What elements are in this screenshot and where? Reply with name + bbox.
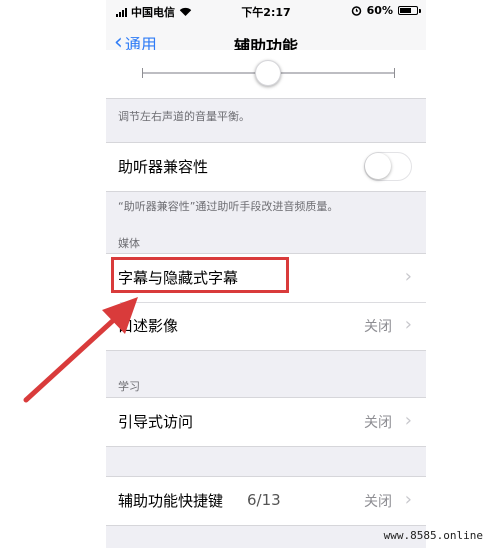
shortcut-group: 辅助功能快捷键 6/13 关闭 ›: [106, 476, 426, 526]
list-item-shortcut[interactable]: 辅助功能快捷键 6/13 关闭 ›: [106, 477, 426, 525]
learning-header: 学习: [118, 380, 140, 393]
guided-access-label: 引导式访问: [118, 413, 194, 431]
battery-icon: [398, 6, 421, 15]
list-item-audio-description[interactable]: 口述影像 关闭 ›: [106, 302, 426, 350]
status-bar: 中国电信 下午2:17 60%: [106, 0, 426, 24]
learning-group: 引导式访问 关闭 ›: [106, 397, 426, 447]
hearing-aid-row: 助听器兼容性: [106, 143, 426, 191]
alarm-icon: [351, 6, 361, 16]
list-item-guided-access[interactable]: 引导式访问 关闭 ›: [106, 398, 426, 446]
slider-tick-left: [142, 68, 143, 78]
chevron-right-icon: ›: [404, 489, 412, 510]
chevron-right-icon: ›: [404, 266, 412, 287]
balance-slider-thumb[interactable]: [255, 60, 281, 86]
shortcut-overlay-text: 6/13: [247, 491, 281, 509]
hearing-aid-label: 助听器兼容性: [118, 158, 209, 176]
chevron-right-icon: ›: [404, 314, 412, 335]
audio-description-value: 关闭: [364, 319, 392, 335]
shortcut-value: 关闭: [364, 494, 392, 510]
watermark: www.8585.online: [383, 529, 483, 542]
hearing-aid-toggle[interactable]: [364, 152, 412, 181]
highlight-box: [111, 257, 289, 293]
guided-access-value: 关闭: [364, 415, 392, 431]
status-right: 60%: [351, 4, 421, 17]
shortcut-label: 辅助功能快捷键: [118, 492, 224, 510]
balance-footer: 调节左右声道的音量平衡。: [118, 110, 250, 123]
slider-tick-right: [394, 68, 395, 78]
hearing-aid-footer: “助听器兼容性”通过助听手段改进音频质量。: [118, 200, 339, 213]
chevron-right-icon: ›: [404, 410, 412, 431]
audio-description-label: 口述影像: [118, 317, 179, 335]
battery-percent: 60%: [366, 4, 393, 17]
media-header: 媒体: [118, 237, 140, 250]
hearing-aid-group: 助听器兼容性: [106, 142, 426, 192]
